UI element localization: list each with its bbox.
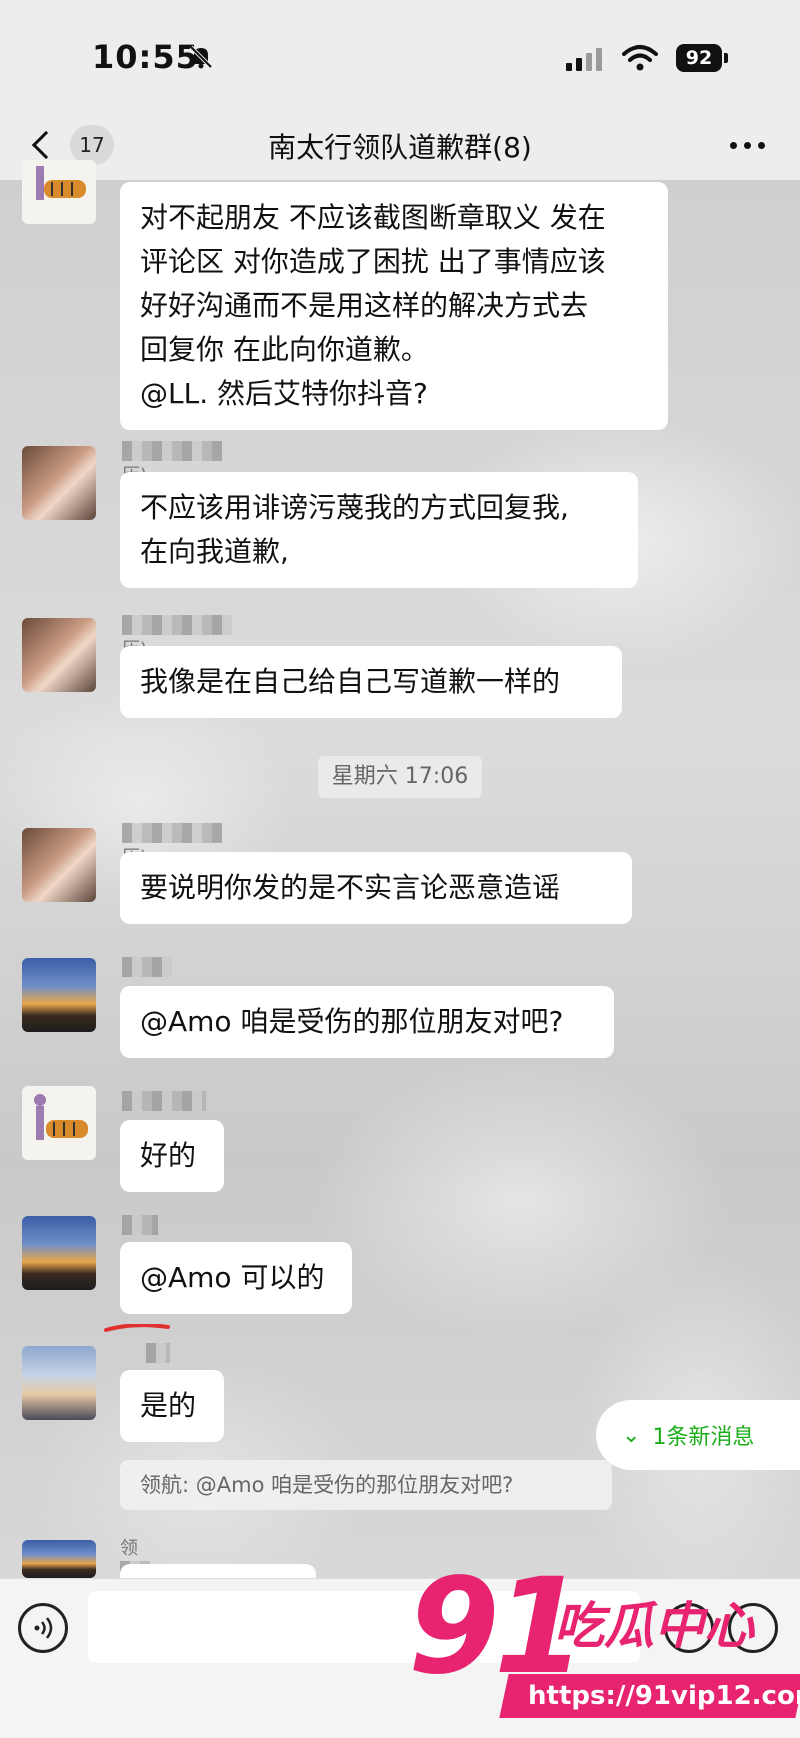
watermark-url-text: https://91vip12.com [528,1681,800,1711]
avatar[interactable] [22,446,96,520]
double-chevron-down-icon: ⌄ [622,1422,641,1448]
dot-icon [744,142,751,149]
message-bubble[interactable]: 要说明你发的是不实言论恶意造谣 [120,852,632,924]
wifi-icon [622,45,658,71]
dot-icon [758,142,765,149]
new-message-label: 1条新消息 [652,1425,755,1450]
status-bar: 10:55 92 [0,0,800,110]
timestamp-divider: 星期六 17:06 [318,756,482,798]
unread-count-badge: 17 [70,125,114,165]
cellular-signal-icon [566,48,602,71]
message-bubble[interactable]: @Amo 可以的 [120,1242,352,1314]
status-time: 10:55 [92,38,199,76]
watermark-text: 吃瓜中心 [554,1597,754,1655]
message-bubble[interactable]: @Amo 咱是受伤的那位朋友对吧? [120,986,614,1058]
avatar[interactable] [22,160,96,224]
message-bubble[interactable]: 是的 [120,1370,224,1442]
message-bubble[interactable] [120,1564,316,1578]
blurred-name [122,1215,158,1235]
chat-header: 南太行领队道歉群(8) 17 [0,110,800,180]
avatar[interactable] [22,1540,96,1578]
avatar[interactable] [22,1346,96,1420]
message-bubble[interactable]: 不应该用诽谤污蔑我的方式回复我, 在向我道歉, [120,472,638,588]
new-message-button[interactable]: ⌄ 1条新消息 [596,1400,800,1470]
voice-icon [34,1617,53,1639]
avatar[interactable] [22,618,96,692]
mute-bell-icon [189,45,213,69]
voice-input-button[interactable] [18,1603,68,1653]
message-bubble[interactable]: 我像是在自己给自己写道歉一样的 [120,646,622,718]
quoted-reply[interactable]: 领航: @Amo 咱是受伤的那位朋友对吧? [120,1460,612,1510]
watermark-url: https://91vip12.com [499,1674,800,1718]
message-bubble[interactable]: 好的 [120,1120,224,1192]
sender-prefix: 领 [120,1538,138,1559]
sender-name [122,956,172,977]
sender-name [122,1090,206,1111]
blurred-name [122,615,232,635]
avatar[interactable] [22,828,96,902]
sender-name [122,1214,158,1235]
battery-tip [724,53,728,63]
message-bubble[interactable]: 对不起朋友 不应该截图断章取义 发在 评论区 对你造成了困扰 出了事情应该 好好… [120,182,668,430]
tiger-icon [36,166,86,200]
more-options-button[interactable] [730,142,765,149]
sender-name [146,1342,170,1363]
avatar[interactable] [22,958,96,1032]
watermark-logo: 91 吃瓜中心 https://91vip12.com [408,1552,800,1738]
chat-title: 南太行领队道歉群(8) [268,131,532,164]
chevron-left-icon [31,130,61,160]
blurred-name [122,957,172,977]
tiger-icon [34,1094,88,1140]
blurred-name [146,1343,170,1363]
blurred-name [122,823,222,843]
red-underline-mark [104,1324,170,1332]
avatar[interactable] [22,1086,96,1160]
blurred-name [122,441,222,461]
dot-icon [730,142,737,149]
avatar[interactable] [22,1216,96,1290]
battery-indicator: 92 [676,44,722,72]
blurred-name [122,1091,206,1111]
